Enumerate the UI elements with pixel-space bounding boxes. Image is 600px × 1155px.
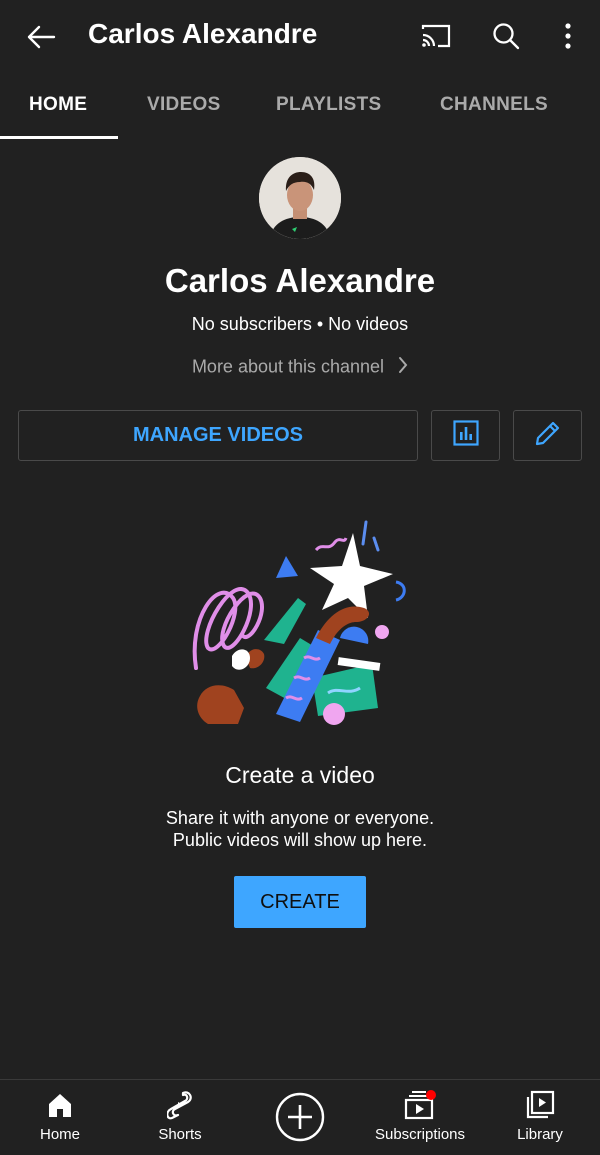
empty-state-title: Create a video	[225, 762, 375, 788]
more-about-channel-link[interactable]: More about this channel	[0, 356, 600, 379]
library-icon	[480, 1090, 600, 1120]
edit-channel-button[interactable]	[513, 410, 582, 461]
create-video-illustration	[188, 518, 412, 728]
bar-chart-icon	[452, 420, 479, 451]
more-about-label: More about this channel	[191, 356, 385, 377]
nav-library-label: Library	[517, 1126, 563, 1143]
nav-home-label: Home	[39, 1126, 80, 1143]
back-arrow-icon[interactable]	[20, 16, 62, 58]
home-icon	[0, 1090, 120, 1120]
nav-subscriptions[interactable]: Subscriptions	[360, 1080, 480, 1155]
tab-home[interactable]: HOME	[29, 94, 87, 116]
chevron-right-icon	[398, 356, 408, 379]
more-vert-icon[interactable]	[548, 14, 588, 58]
cast-icon[interactable]	[414, 14, 458, 58]
manage-videos-button[interactable]: MANAGE VIDEOS	[18, 410, 418, 461]
pencil-icon	[534, 419, 562, 452]
nav-shorts[interactable]: Shorts	[120, 1080, 240, 1155]
nav-home[interactable]: Home	[0, 1080, 120, 1155]
empty-state-description: Share it with anyone or everyone. Public…	[0, 807, 600, 851]
channel-stats: No subscribers • No videos	[191, 314, 409, 334]
tab-videos[interactable]: VIDEOS	[147, 94, 221, 116]
top-app-bar: Carlos Alexandre	[0, 0, 600, 72]
tab-playlists[interactable]: PLAYLISTS	[276, 94, 381, 116]
create-button[interactable]: CREATE	[234, 876, 366, 928]
search-icon[interactable]	[484, 14, 528, 58]
analytics-button[interactable]	[431, 410, 500, 461]
create-plus-icon[interactable]	[275, 1092, 325, 1142]
nav-shorts-label: Shorts	[158, 1126, 202, 1143]
avatar[interactable]	[259, 157, 341, 239]
channel-tabs: HOME VIDEOS PLAYLISTS CHANNELS	[0, 72, 600, 140]
tab-channels[interactable]: CHANNELS	[440, 94, 548, 116]
empty-state-line-1: Share it with anyone or everyone.	[165, 808, 435, 828]
subscriptions-icon	[360, 1090, 480, 1120]
shorts-icon	[120, 1090, 240, 1120]
channel-name: Carlos Alexandre	[164, 262, 436, 299]
channel-title: Carlos Alexandre	[88, 18, 318, 49]
bottom-navigation: Home Shorts Subscriptions Library	[0, 1079, 600, 1155]
nav-subscriptions-label: Subscriptions	[374, 1126, 466, 1143]
nav-library[interactable]: Library	[480, 1080, 600, 1155]
active-tab-indicator	[0, 136, 118, 139]
empty-state-line-2: Public videos will show up here.	[172, 830, 428, 850]
